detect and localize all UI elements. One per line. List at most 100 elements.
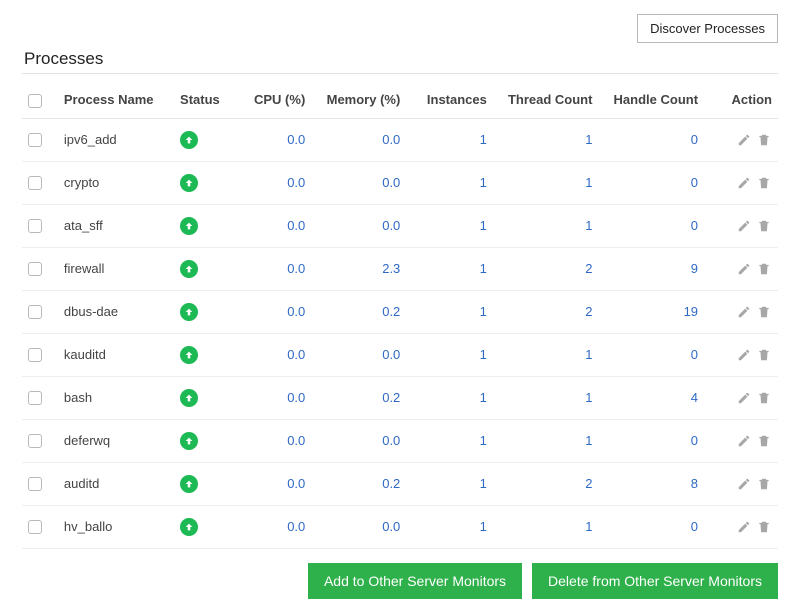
cell-instances[interactable]: 1 <box>406 290 493 333</box>
delete-icon[interactable] <box>756 433 772 449</box>
row-checkbox[interactable] <box>28 434 42 448</box>
cell-memory[interactable]: 0.0 <box>311 204 406 247</box>
cell-instances[interactable]: 1 <box>406 204 493 247</box>
add-to-other-monitors-button[interactable]: Add to Other Server Monitors <box>308 563 522 599</box>
select-all-checkbox[interactable] <box>28 94 42 108</box>
cell-threads[interactable]: 1 <box>493 505 599 548</box>
cell-handles[interactable]: 19 <box>598 290 704 333</box>
edit-icon[interactable] <box>736 175 752 191</box>
delete-icon[interactable] <box>756 175 772 191</box>
cell-threads[interactable]: 1 <box>493 333 599 376</box>
row-checkbox[interactable] <box>28 520 42 534</box>
table-row: ata_sff0.00.0110 <box>22 204 778 247</box>
cell-threads[interactable]: 2 <box>493 247 599 290</box>
row-checkbox[interactable] <box>28 133 42 147</box>
cell-cpu[interactable]: 0.0 <box>237 419 311 462</box>
cell-memory[interactable]: 0.0 <box>311 118 406 161</box>
edit-icon[interactable] <box>736 347 752 363</box>
delete-from-other-monitors-button[interactable]: Delete from Other Server Monitors <box>532 563 778 599</box>
cell-cpu[interactable]: 0.0 <box>237 505 311 548</box>
cell-handles[interactable]: 4 <box>598 376 704 419</box>
edit-icon[interactable] <box>736 390 752 406</box>
cell-memory[interactable]: 0.2 <box>311 290 406 333</box>
cell-process-name: hv_ballo <box>58 505 174 548</box>
delete-icon[interactable] <box>756 347 772 363</box>
cell-memory[interactable]: 0.0 <box>311 505 406 548</box>
cell-cpu[interactable]: 0.0 <box>237 247 311 290</box>
cell-threads[interactable]: 1 <box>493 204 599 247</box>
delete-icon[interactable] <box>756 304 772 320</box>
cell-handles[interactable]: 9 <box>598 247 704 290</box>
edit-icon[interactable] <box>736 132 752 148</box>
table-row: kauditd0.00.0110 <box>22 333 778 376</box>
table-row: ipv6_add0.00.0110 <box>22 118 778 161</box>
cell-instances[interactable]: 1 <box>406 333 493 376</box>
cell-handles[interactable]: 8 <box>598 462 704 505</box>
discover-processes-button[interactable]: Discover Processes <box>637 14 778 43</box>
cell-threads[interactable]: 1 <box>493 118 599 161</box>
row-checkbox[interactable] <box>28 348 42 362</box>
delete-icon[interactable] <box>756 519 772 535</box>
status-up-icon <box>180 389 198 407</box>
cell-threads[interactable]: 2 <box>493 462 599 505</box>
edit-icon[interactable] <box>736 261 752 277</box>
cell-instances[interactable]: 1 <box>406 505 493 548</box>
delete-icon[interactable] <box>756 390 772 406</box>
cell-instances[interactable]: 1 <box>406 161 493 204</box>
row-checkbox[interactable] <box>28 391 42 405</box>
edit-icon[interactable] <box>736 433 752 449</box>
cell-instances[interactable]: 1 <box>406 462 493 505</box>
cell-cpu[interactable]: 0.0 <box>237 204 311 247</box>
cell-instances[interactable]: 1 <box>406 376 493 419</box>
delete-icon[interactable] <box>756 261 772 277</box>
row-checkbox[interactable] <box>28 305 42 319</box>
cell-handles[interactable]: 0 <box>598 419 704 462</box>
cell-memory[interactable]: 0.0 <box>311 333 406 376</box>
row-checkbox[interactable] <box>28 477 42 491</box>
cell-threads[interactable]: 1 <box>493 376 599 419</box>
cell-threads[interactable]: 1 <box>493 161 599 204</box>
cell-process-name: bash <box>58 376 174 419</box>
cell-status <box>174 419 237 462</box>
row-checkbox[interactable] <box>28 262 42 276</box>
col-handle-count: Handle Count <box>598 78 704 118</box>
cell-memory[interactable]: 2.3 <box>311 247 406 290</box>
cell-cpu[interactable]: 0.0 <box>237 376 311 419</box>
delete-icon[interactable] <box>756 218 772 234</box>
edit-icon[interactable] <box>736 218 752 234</box>
cell-cpu[interactable]: 0.0 <box>237 290 311 333</box>
cell-instances[interactable]: 1 <box>406 419 493 462</box>
col-process-name: Process Name <box>58 78 174 118</box>
edit-icon[interactable] <box>736 476 752 492</box>
row-checkbox[interactable] <box>28 176 42 190</box>
cell-cpu[interactable]: 0.0 <box>237 161 311 204</box>
cell-threads[interactable]: 1 <box>493 419 599 462</box>
cell-handles[interactable]: 0 <box>598 161 704 204</box>
cell-instances[interactable]: 1 <box>406 118 493 161</box>
cell-handles[interactable]: 0 <box>598 333 704 376</box>
delete-icon[interactable] <box>756 132 772 148</box>
cell-threads[interactable]: 2 <box>493 290 599 333</box>
delete-icon[interactable] <box>756 476 772 492</box>
cell-cpu[interactable]: 0.0 <box>237 333 311 376</box>
table-row: bash0.00.2114 <box>22 376 778 419</box>
cell-instances[interactable]: 1 <box>406 247 493 290</box>
cell-handles[interactable]: 0 <box>598 204 704 247</box>
row-checkbox[interactable] <box>28 219 42 233</box>
table-header-row: Process Name Status CPU (%) Memory (%) I… <box>22 78 778 118</box>
status-up-icon <box>180 260 198 278</box>
cell-action <box>704 505 778 548</box>
cell-memory[interactable]: 0.2 <box>311 376 406 419</box>
cell-cpu[interactable]: 0.0 <box>237 462 311 505</box>
cell-handles[interactable]: 0 <box>598 505 704 548</box>
cell-status <box>174 505 237 548</box>
cell-memory[interactable]: 0.2 <box>311 462 406 505</box>
cell-process-name: crypto <box>58 161 174 204</box>
status-up-icon <box>180 174 198 192</box>
edit-icon[interactable] <box>736 519 752 535</box>
cell-memory[interactable]: 0.0 <box>311 161 406 204</box>
cell-memory[interactable]: 0.0 <box>311 419 406 462</box>
cell-handles[interactable]: 0 <box>598 118 704 161</box>
cell-cpu[interactable]: 0.0 <box>237 118 311 161</box>
edit-icon[interactable] <box>736 304 752 320</box>
